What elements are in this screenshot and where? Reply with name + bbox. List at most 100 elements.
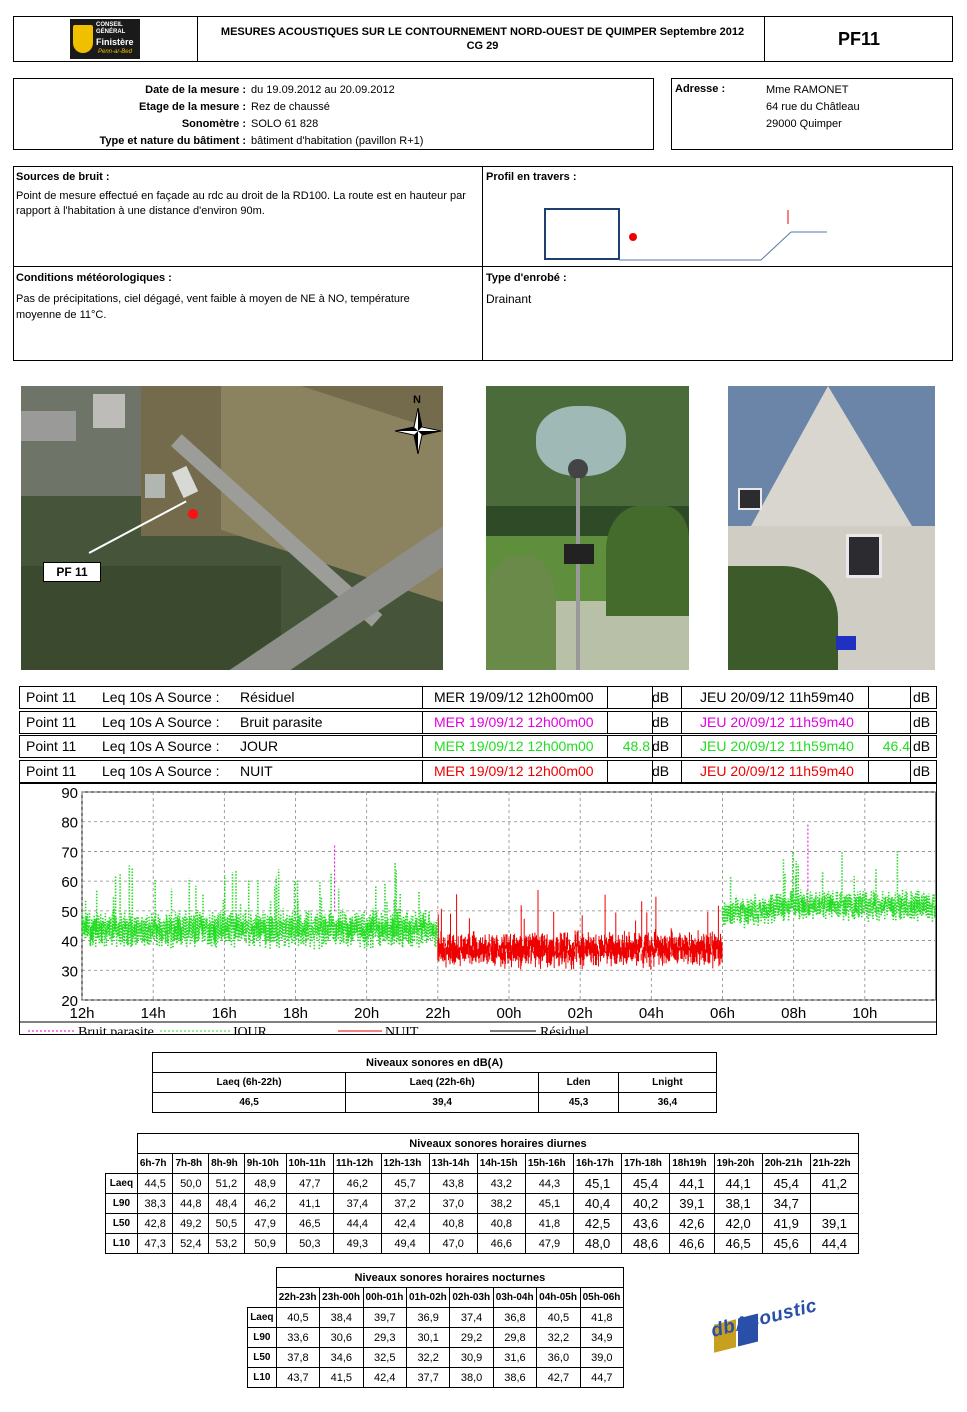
source-name: Résiduel <box>240 689 295 705</box>
source-unit-2: dB <box>913 762 931 779</box>
logo: CONSEIL GÉNÉRAL Finistère Penn-ar-Bed <box>70 19 140 59</box>
source-row-divider <box>607 736 608 757</box>
info-labels: Date de la mesure : Etage de la mesure :… <box>14 82 246 150</box>
table-cell: 46,6 <box>669 1233 715 1254</box>
table-cell: 45,7 <box>380 1173 430 1194</box>
info-value-building: bâtiment d'habitation (pavillon R+1) <box>251 135 424 147</box>
chart-y-tick-label: 50 <box>61 904 78 921</box>
table-cell: 38,6 <box>492 1367 538 1388</box>
chart-y-tick-label: 30 <box>61 963 78 980</box>
info-value-meter: SOLO 61 828 <box>251 118 319 130</box>
meteo-text: Pas de précipitations, ciel dégagé, vent… <box>16 293 410 321</box>
day-hourly-table: Niveaux sonores horaires diurnes 6h-7h 7h… <box>105 1133 860 1254</box>
table-cell: 32,5 <box>362 1347 407 1368</box>
table-row: Laeq 44,5 50,0 51,2 48,9 47,7 46,2 45,7 43,8 43,2… <box>105 1173 860 1194</box>
chart-y-tick-label: 60 <box>61 874 78 891</box>
source-value-2: 46.4 <box>882 738 910 754</box>
table-cell: 47,0 <box>428 1233 478 1254</box>
source-row-divider <box>868 711 869 733</box>
table-cell: 30,9 <box>449 1347 494 1368</box>
address-label: Adresse : <box>675 83 726 95</box>
report-title: MESURES ACOUSTIQUES SUR LE CONTOURNEMENT… <box>200 25 765 53</box>
table-cell: 36,8 <box>492 1307 538 1328</box>
chart-x-tick-label: 16h <box>212 1005 237 1022</box>
enrobe-value: Drainant <box>486 292 532 306</box>
table-cell: 30,6 <box>319 1327 364 1348</box>
source-name: NUIT <box>240 762 273 779</box>
grid-h-divider <box>14 266 952 267</box>
grid-v-divider <box>482 167 483 360</box>
source-row-divider <box>681 736 682 757</box>
source-unit-1: dB <box>652 713 670 730</box>
levels-header: Laeq (22h-6h) <box>345 1072 540 1093</box>
address-line-3: 29000 Quimper <box>766 118 842 130</box>
table-cell: 36,9 <box>405 1307 451 1328</box>
table-row: L10 47,3 52,4 53,2 50,9 50,3 49,3 49,4 47,0 46,6 4… <box>105 1233 860 1254</box>
table-cell: 43,6 <box>621 1213 671 1234</box>
source-value-1: 48.8 <box>622 738 650 754</box>
table-cell: 39,1 <box>669 1193 715 1214</box>
table-cell: 47,9 <box>243 1213 287 1234</box>
table-cell: 38,2 <box>476 1193 526 1214</box>
table-cell: 42,6 <box>669 1213 715 1234</box>
table-cell: 50,9 <box>243 1233 287 1254</box>
table-cell: 38,1 <box>713 1193 763 1214</box>
table-cell: 37,2 <box>380 1193 430 1214</box>
table-cell: 43,8 <box>428 1173 478 1194</box>
source-value-1 <box>620 687 650 708</box>
night-table-title: Niveaux sonores horaires nocturnes <box>275 1267 625 1288</box>
table-cell: 44,4 <box>333 1213 382 1234</box>
table-cell: 29,8 <box>492 1327 538 1348</box>
compass-rose-icon <box>395 408 441 454</box>
info-label-building: Type et nature du bâtiment : <box>99 135 246 147</box>
table-cell: 47,7 <box>285 1173 335 1194</box>
source-point: Point 11 <box>26 738 77 754</box>
chart-legend-label: NUIT <box>385 1025 419 1034</box>
source-row-divider <box>607 760 608 782</box>
source-value-2 <box>882 761 910 782</box>
point-code: PF11 <box>837 29 881 49</box>
table-cell: 40,5 <box>536 1307 581 1328</box>
table-cell: 45,1 <box>524 1193 574 1214</box>
row-label: L50 <box>105 1213 138 1234</box>
hour-header: 19h-20h <box>713 1153 763 1174</box>
info-value-floor: Rez de chaussé <box>251 101 330 113</box>
table-cell: 49,3 <box>333 1233 382 1254</box>
night-hourly-table: Niveaux sonores horaires nocturnes 22h-2… <box>247 1267 625 1388</box>
table-cell: 34,7 <box>761 1193 811 1214</box>
photo-house-facade <box>728 386 935 670</box>
source-value-1 <box>620 712 650 733</box>
source-measure: Leq 10s A Source : <box>102 689 220 705</box>
source-row-divider <box>607 711 608 733</box>
table-cell: 49,2 <box>172 1213 210 1234</box>
profile-embankment <box>760 231 792 261</box>
row-label: Laeq <box>105 1173 138 1194</box>
chart-x-tick-label: 06h <box>710 1005 735 1022</box>
table-cell: 48,4 <box>208 1193 245 1214</box>
info-value-date: du 19.09.2012 au 20.09.2012 <box>251 84 395 96</box>
cross-section-profile <box>544 208 827 261</box>
source-row-divider <box>868 687 869 708</box>
enrobe-label: Type d'enrobé : <box>486 272 567 284</box>
hour-header: 04h-05h <box>536 1287 581 1308</box>
chart-y-tick-label: 90 <box>61 785 78 802</box>
source-row: Point 11 Leq 10s A Source : Bruit parasite… <box>19 710 937 734</box>
table-cell: 41,8 <box>579 1307 625 1328</box>
source-value-2 <box>882 712 910 733</box>
table-cell: 42,5 <box>572 1213 623 1234</box>
table-cell: 41,5 <box>319 1367 364 1388</box>
table-cell: 30,1 <box>405 1327 451 1348</box>
hour-header: 10h-11h <box>285 1153 335 1174</box>
chart-x-tick-label: 20h <box>354 1005 379 1022</box>
description-box: Sources de bruit : Point de mesure effec… <box>13 166 953 361</box>
meteo-label: Conditions météorologiques : <box>16 272 172 284</box>
info-label-meter: Sonomètre : <box>181 118 246 130</box>
info-values: du 19.09.2012 au 20.09.2012 Rez de chaus… <box>251 82 423 150</box>
chart-x-tick-label: 00h <box>496 1005 521 1022</box>
source-row-divider <box>910 760 911 782</box>
report-title-line2: CG 29 <box>466 40 499 52</box>
hour-header: 13h-14h <box>428 1153 478 1174</box>
chart-x-tick-label: 10h <box>852 1005 877 1022</box>
chart-x-tick-label: 12h <box>69 1005 94 1022</box>
source-point: Point 11 <box>26 713 77 730</box>
